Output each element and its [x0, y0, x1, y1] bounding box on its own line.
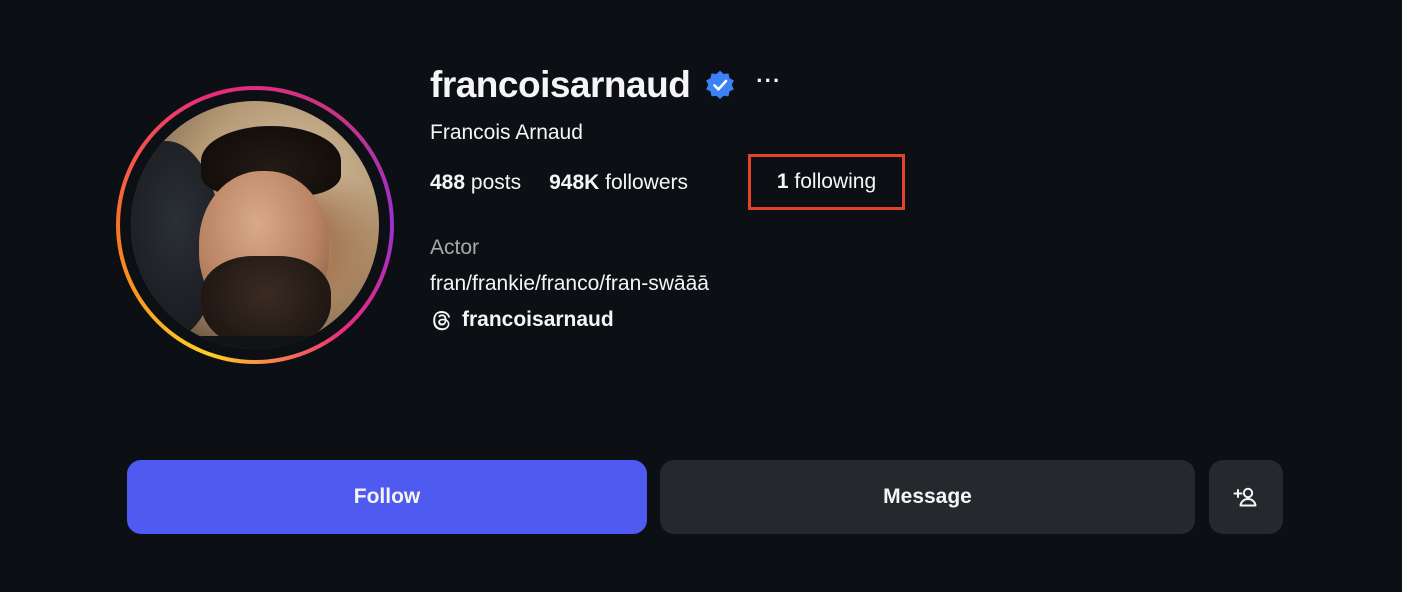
threads-profile-link[interactable]: francoisarnaud — [430, 308, 614, 332]
profile-category: Actor — [430, 236, 480, 259]
avatar — [131, 101, 379, 349]
suggested-accounts-button[interactable] — [1209, 460, 1283, 534]
profile-full-name: Francois Arnaud — [430, 121, 583, 144]
username-row: francoisarnaud ··· — [430, 62, 781, 108]
posts-label: posts — [470, 171, 522, 194]
posts-count: 488 — [430, 171, 466, 194]
posts-stat: 488 posts — [430, 171, 521, 195]
add-person-icon — [1233, 487, 1257, 507]
followers-link[interactable]: 948K followers — [549, 171, 688, 195]
following-count: 1 — [776, 170, 789, 193]
more-options-icon[interactable]: ··· — [756, 70, 781, 92]
profile-bio: fran/frankie/franco/fran-swāāā — [430, 272, 709, 295]
followers-count: 948K — [549, 171, 600, 194]
profile-stats: 488 posts 948K followers 1 following — [430, 154, 905, 210]
threads-handle: francoisarnaud — [462, 308, 614, 331]
following-label: following — [794, 170, 877, 193]
following-link[interactable]: 1 following — [748, 154, 905, 210]
profile-username: francoisarnaud — [430, 64, 691, 105]
threads-icon — [433, 311, 451, 331]
verified-badge-icon — [704, 69, 736, 101]
message-button[interactable]: Message — [660, 460, 1195, 534]
follow-button[interactable]: Follow — [127, 460, 647, 534]
followers-label: followers — [605, 171, 689, 194]
profile-page: francoisarnaud ··· Francois Arnaud 488 p… — [0, 0, 1402, 592]
profile-avatar-story-ring[interactable] — [116, 86, 394, 364]
